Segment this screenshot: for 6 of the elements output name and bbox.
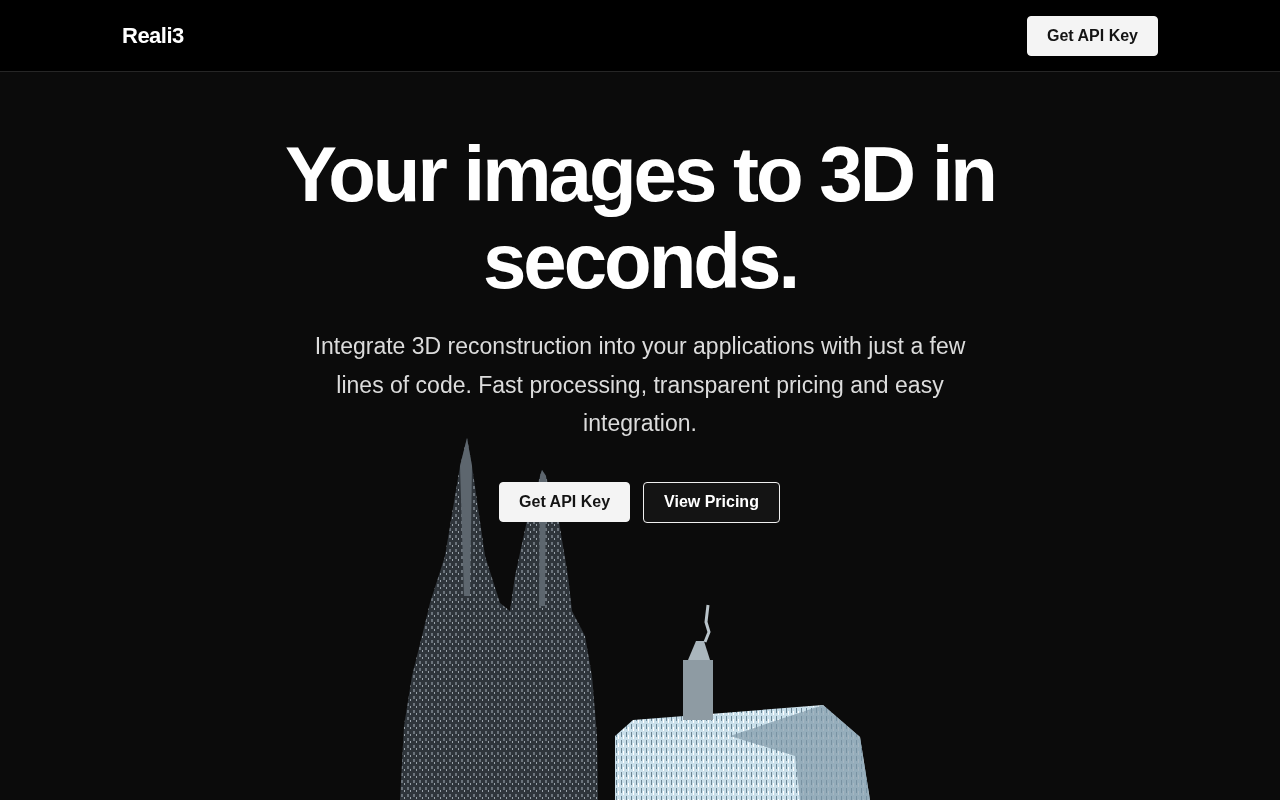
logo-text[interactable]: Reali3 — [122, 22, 184, 49]
get-api-key-button[interactable]: Get API Key — [499, 481, 631, 522]
get-api-key-button[interactable]: Get API Key — [1027, 15, 1158, 56]
view-pricing-button[interactable]: View Pricing — [643, 481, 780, 523]
hero-description: Integrate 3D reconstruction into your applications with just a few lines of code. Fast processing, transparent pricing and easy integration. — [313, 332, 967, 438]
hero-headline: Your images to 3D in seconds. — [284, 131, 996, 305]
